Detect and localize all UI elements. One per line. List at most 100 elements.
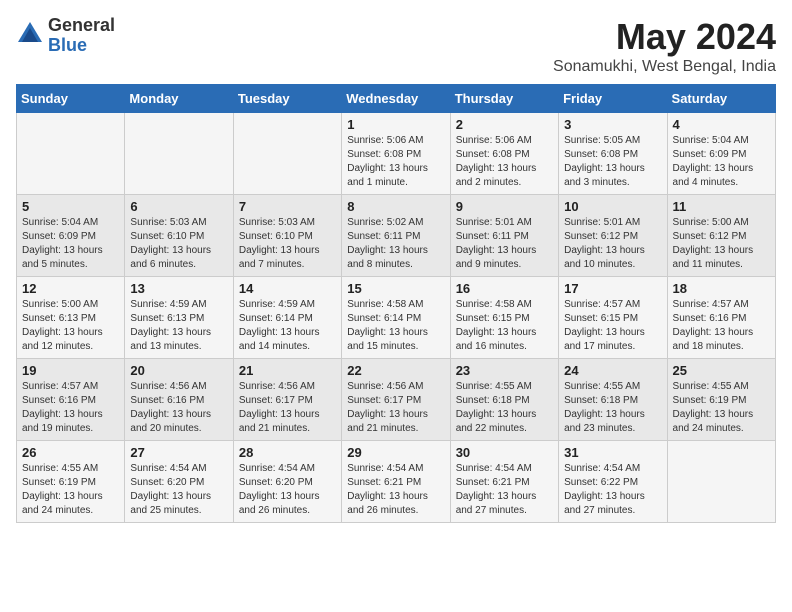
logo-blue-text: Blue — [48, 36, 115, 56]
day-number: 24 — [564, 363, 661, 378]
day-number: 19 — [22, 363, 119, 378]
calendar-cell: 25 Sunrise: 4:55 AM Sunset: 6:19 PM Dayli… — [667, 359, 775, 441]
day-number: 13 — [130, 281, 227, 296]
day-number: 12 — [22, 281, 119, 296]
day-info: Sunrise: 4:57 AM Sunset: 6:16 PM Dayligh… — [22, 380, 119, 436]
day-info: Sunrise: 5:04 AM Sunset: 6:09 PM Dayligh… — [673, 134, 770, 190]
day-info: Sunrise: 5:06 AM Sunset: 6:08 PM Dayligh… — [456, 134, 553, 190]
day-number: 8 — [347, 199, 444, 214]
day-number: 7 — [239, 199, 336, 214]
logo-general-text: General — [48, 16, 115, 36]
header-day: Wednesday — [342, 85, 450, 113]
calendar-cell: 1 Sunrise: 5:06 AM Sunset: 6:08 PM Daylig… — [342, 113, 450, 195]
calendar-cell: 22 Sunrise: 4:56 AM Sunset: 6:17 PM Dayli… — [342, 359, 450, 441]
calendar-cell: 26 Sunrise: 4:55 AM Sunset: 6:19 PM Dayli… — [17, 441, 125, 523]
calendar-cell — [233, 113, 341, 195]
calendar-cell: 31 Sunrise: 4:54 AM Sunset: 6:22 PM Dayli… — [559, 441, 667, 523]
calendar-cell: 6Sunrise: 5:03 AM Sunset: 6:10 PM Daylig… — [125, 195, 233, 277]
day-info: Sunrise: 5:01 AM Sunset: 6:11 PM Dayligh… — [456, 216, 553, 272]
day-info: Sunrise: 4:55 AM Sunset: 6:18 PM Dayligh… — [564, 380, 661, 436]
calendar-cell: 11 Sunrise: 5:00 AM Sunset: 6:12 PM Dayli… — [667, 195, 775, 277]
day-number: 3 — [564, 117, 661, 132]
day-number: 1 — [347, 117, 444, 132]
month-title: May 2024 — [553, 16, 776, 58]
day-number: 23 — [456, 363, 553, 378]
day-number: 6 — [130, 199, 227, 214]
week-row: 1 Sunrise: 5:06 AM Sunset: 6:08 PM Daylig… — [17, 113, 776, 195]
calendar-cell: 10Sunrise: 5:01 AM Sunset: 6:12 PM Dayli… — [559, 195, 667, 277]
day-number: 21 — [239, 363, 336, 378]
week-row: 26 Sunrise: 4:55 AM Sunset: 6:19 PM Dayli… — [17, 441, 776, 523]
day-number: 18 — [673, 281, 770, 296]
header-day: Monday — [125, 85, 233, 113]
day-info: Sunrise: 5:06 AM Sunset: 6:08 PM Dayligh… — [347, 134, 444, 190]
day-info: Sunrise: 4:54 AM Sunset: 6:20 PM Dayligh… — [130, 462, 227, 518]
calendar-table: SundayMondayTuesdayWednesdayThursdayFrid… — [16, 84, 776, 523]
day-info: Sunrise: 4:55 AM Sunset: 6:19 PM Dayligh… — [22, 462, 119, 518]
calendar-cell: 14 Sunrise: 4:59 AM Sunset: 6:14 PM Dayli… — [233, 277, 341, 359]
calendar-cell: 16Sunrise: 4:58 AM Sunset: 6:15 PM Dayli… — [450, 277, 558, 359]
header-day: Tuesday — [233, 85, 341, 113]
day-number: 4 — [673, 117, 770, 132]
day-number: 28 — [239, 445, 336, 460]
day-number: 11 — [673, 199, 770, 214]
day-number: 9 — [456, 199, 553, 214]
day-number: 14 — [239, 281, 336, 296]
week-row: 12Sunrise: 5:00 AM Sunset: 6:13 PM Dayli… — [17, 277, 776, 359]
day-info: Sunrise: 4:54 AM Sunset: 6:20 PM Dayligh… — [239, 462, 336, 518]
day-info: Sunrise: 5:02 AM Sunset: 6:11 PM Dayligh… — [347, 216, 444, 272]
calendar-cell: 23 Sunrise: 4:55 AM Sunset: 6:18 PM Dayli… — [450, 359, 558, 441]
day-number: 26 — [22, 445, 119, 460]
day-number: 17 — [564, 281, 661, 296]
calendar-cell: 18 Sunrise: 4:57 AM Sunset: 6:16 PM Dayli… — [667, 277, 775, 359]
day-number: 20 — [130, 363, 227, 378]
day-number: 25 — [673, 363, 770, 378]
calendar-cell: 30 Sunrise: 4:54 AM Sunset: 6:21 PM Dayli… — [450, 441, 558, 523]
calendar-cell: 4 Sunrise: 5:04 AM Sunset: 6:09 PM Daylig… — [667, 113, 775, 195]
calendar-cell: 8 Sunrise: 5:02 AM Sunset: 6:11 PM Daylig… — [342, 195, 450, 277]
day-info: Sunrise: 4:57 AM Sunset: 6:16 PM Dayligh… — [673, 298, 770, 354]
day-number: 31 — [564, 445, 661, 460]
logo: General Blue — [16, 16, 115, 56]
day-info: Sunrise: 4:58 AM Sunset: 6:15 PM Dayligh… — [456, 298, 553, 354]
day-info: Sunrise: 5:01 AM Sunset: 6:12 PM Dayligh… — [564, 216, 661, 272]
calendar-cell: 27 Sunrise: 4:54 AM Sunset: 6:20 PM Dayli… — [125, 441, 233, 523]
header-row: SundayMondayTuesdayWednesdayThursdayFrid… — [17, 85, 776, 113]
day-info: Sunrise: 4:55 AM Sunset: 6:19 PM Dayligh… — [673, 380, 770, 436]
day-info: Sunrise: 4:56 AM Sunset: 6:17 PM Dayligh… — [239, 380, 336, 436]
day-info: Sunrise: 4:59 AM Sunset: 6:14 PM Dayligh… — [239, 298, 336, 354]
day-number: 30 — [456, 445, 553, 460]
day-info: Sunrise: 4:54 AM Sunset: 6:22 PM Dayligh… — [564, 462, 661, 518]
calendar-cell — [17, 113, 125, 195]
calendar-cell: 29Sunrise: 4:54 AM Sunset: 6:21 PM Dayli… — [342, 441, 450, 523]
header: General Blue May 2024 Sonamukhi, West Be… — [16, 16, 776, 76]
calendar-cell: 19 Sunrise: 4:57 AM Sunset: 6:16 PM Dayli… — [17, 359, 125, 441]
day-info: Sunrise: 4:54 AM Sunset: 6:21 PM Dayligh… — [456, 462, 553, 518]
day-number: 22 — [347, 363, 444, 378]
day-info: Sunrise: 4:57 AM Sunset: 6:15 PM Dayligh… — [564, 298, 661, 354]
day-info: Sunrise: 4:55 AM Sunset: 6:18 PM Dayligh… — [456, 380, 553, 436]
calendar-cell: 20Sunrise: 4:56 AM Sunset: 6:16 PM Dayli… — [125, 359, 233, 441]
calendar-cell — [125, 113, 233, 195]
calendar-cell: 7Sunrise: 5:03 AM Sunset: 6:10 PM Daylig… — [233, 195, 341, 277]
header-day: Sunday — [17, 85, 125, 113]
week-row: 19 Sunrise: 4:57 AM Sunset: 6:16 PM Dayli… — [17, 359, 776, 441]
calendar-cell: 5Sunrise: 5:04 AM Sunset: 6:09 PM Daylig… — [17, 195, 125, 277]
logo-icon — [16, 20, 44, 48]
calendar-cell: 15Sunrise: 4:58 AM Sunset: 6:14 PM Dayli… — [342, 277, 450, 359]
title-area: May 2024 Sonamukhi, West Bengal, India — [553, 16, 776, 76]
calendar-cell — [667, 441, 775, 523]
calendar-cell: 13Sunrise: 4:59 AM Sunset: 6:13 PM Dayli… — [125, 277, 233, 359]
location-title: Sonamukhi, West Bengal, India — [553, 58, 776, 76]
calendar-cell: 21 Sunrise: 4:56 AM Sunset: 6:17 PM Dayli… — [233, 359, 341, 441]
calendar-cell: 2 Sunrise: 5:06 AM Sunset: 6:08 PM Daylig… — [450, 113, 558, 195]
calendar-cell: 28 Sunrise: 4:54 AM Sunset: 6:20 PM Dayli… — [233, 441, 341, 523]
calendar-cell: 3 Sunrise: 5:05 AM Sunset: 6:08 PM Daylig… — [559, 113, 667, 195]
day-info: Sunrise: 5:05 AM Sunset: 6:08 PM Dayligh… — [564, 134, 661, 190]
calendar-cell: 12Sunrise: 5:00 AM Sunset: 6:13 PM Dayli… — [17, 277, 125, 359]
day-info: Sunrise: 5:00 AM Sunset: 6:12 PM Dayligh… — [673, 216, 770, 272]
day-number: 27 — [130, 445, 227, 460]
day-number: 2 — [456, 117, 553, 132]
day-info: Sunrise: 4:56 AM Sunset: 6:17 PM Dayligh… — [347, 380, 444, 436]
day-info: Sunrise: 4:54 AM Sunset: 6:21 PM Dayligh… — [347, 462, 444, 518]
